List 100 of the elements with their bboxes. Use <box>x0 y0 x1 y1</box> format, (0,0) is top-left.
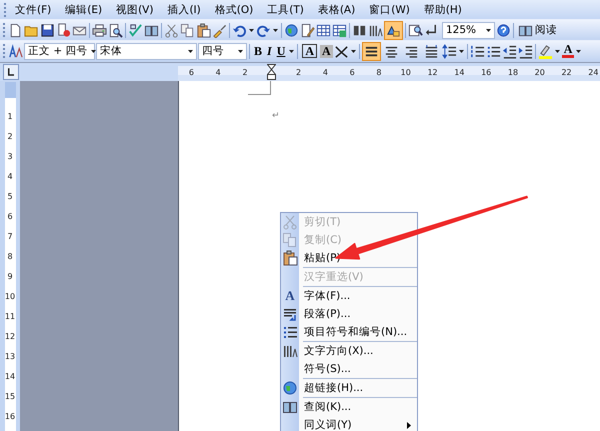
menu-item[interactable]: 插入(I) <box>160 2 208 16</box>
ruler-number: 11 <box>4 310 16 322</box>
alignment-button[interactable] <box>362 42 381 60</box>
size-combo[interactable]: 四号 <box>198 42 247 60</box>
caret-icon[interactable] <box>576 50 582 52</box>
underline-button[interactable]: U <box>274 44 288 58</box>
menu-item[interactable]: 编辑(E) <box>58 2 110 16</box>
top-margin-marker[interactable] <box>4 82 16 98</box>
menu-item[interactable]: 同义词(Y) <box>281 416 417 431</box>
zoom-value: 125% <box>446 24 476 36</box>
style-combo[interactable]: 正文 + 四号 <box>24 42 95 60</box>
spellcheck-icon[interactable] <box>128 22 143 38</box>
menu-item[interactable]: 帮助(H) <box>416 2 469 16</box>
caret-icon[interactable] <box>188 50 193 52</box>
ruler-number: 2 <box>296 68 302 76</box>
scissors-icon[interactable] <box>164 22 179 38</box>
menu-item[interactable]: 文件(F) <box>8 2 58 16</box>
menu-item[interactable]: 窗口(W) <box>362 2 417 16</box>
ruler-number: 4 <box>322 68 328 76</box>
menu-item[interactable]: 超链接(H)... <box>281 379 417 397</box>
ruler-number: 2 <box>242 68 248 76</box>
ruler-number: 10 <box>4 290 16 302</box>
highlighter-icon[interactable] <box>538 44 553 58</box>
bullet-list-icon <box>282 324 298 340</box>
size-value: 四号 <box>202 44 224 58</box>
ruler-number: 9 <box>6 270 14 282</box>
caret-icon[interactable] <box>249 28 254 32</box>
copy-icon[interactable] <box>180 22 195 38</box>
preview-icon[interactable] <box>108 22 123 38</box>
page-stop-icon[interactable] <box>56 22 71 38</box>
spreadsheet-icon[interactable] <box>332 22 347 38</box>
indent-marker[interactable] <box>267 64 276 80</box>
bold-button[interactable]: B <box>252 44 264 58</box>
caret-icon[interactable] <box>91 50 96 52</box>
caret-icon[interactable] <box>238 50 243 52</box>
clipboard-icon <box>282 250 298 266</box>
indent-icon[interactable] <box>518 44 533 58</box>
ruler-number: 12 <box>4 330 16 342</box>
ruler-number: 8 <box>6 250 14 262</box>
undo-icon[interactable] <box>232 22 247 38</box>
ruler-number: 16 <box>481 68 492 76</box>
menu-item[interactable]: 表格(A) <box>310 2 362 16</box>
menu-item[interactable]: 查阅(K)... <box>281 398 417 416</box>
paragraph-icon <box>282 306 298 322</box>
printer-icon[interactable] <box>92 22 107 38</box>
globe-icon[interactable] <box>284 22 299 38</box>
menu-item[interactable]: 文字方向(X)... <box>281 342 417 360</box>
numbered-list-icon[interactable] <box>470 44 485 58</box>
clipboard-icon[interactable] <box>196 22 211 38</box>
brush-icon[interactable] <box>212 22 227 38</box>
scale-icon[interactable] <box>334 44 349 58</box>
tab-stop-icon <box>5 66 17 78</box>
magnifier-page-icon[interactable] <box>408 22 423 38</box>
ruler-number: 10 <box>400 68 411 76</box>
ruler-number: 4 <box>216 68 221 76</box>
pencil-icon[interactable] <box>300 22 315 38</box>
character-border-button[interactable]: A <box>302 44 318 58</box>
line-spacing-icon[interactable] <box>442 44 457 58</box>
menu-item[interactable]: 工具(T) <box>260 2 311 16</box>
ruler-number: 5 <box>6 190 14 202</box>
style-value: 正文 + 四号 <box>28 44 88 58</box>
font-combo[interactable]: 宋体 <box>96 42 197 60</box>
caret-icon[interactable] <box>486 28 491 32</box>
paragraph-mark: ↵ <box>272 111 280 121</box>
ruler-number: 1 <box>6 110 14 122</box>
redo-icon[interactable] <box>256 22 271 38</box>
ruler-number: 18 <box>508 68 518 76</box>
drawing-toggle[interactable] <box>384 20 403 40</box>
align-distributed-icon <box>424 44 439 58</box>
font-color-button[interactable]: A <box>562 44 574 58</box>
table-icon[interactable] <box>316 22 331 38</box>
ruler-number: 15 <box>4 390 16 402</box>
help-icon[interactable] <box>496 22 511 38</box>
tab-selector[interactable] <box>3 64 19 80</box>
menu-item[interactable]: 视图(V) <box>109 2 160 16</box>
menu-item[interactable]: 格式(O) <box>208 2 260 16</box>
ruler-number: 14 <box>4 370 16 382</box>
menu-item[interactable]: 项目符号和编号(N)... <box>281 323 417 341</box>
outdent-icon[interactable] <box>502 44 517 58</box>
menu-item[interactable]: A 字体(F)... <box>281 287 417 305</box>
styles-icon[interactable] <box>8 44 23 58</box>
ruler-number: 16 <box>4 410 16 422</box>
ruler-number: 20 <box>534 68 545 76</box>
caret-icon[interactable] <box>554 50 560 52</box>
globe-icon <box>282 380 298 396</box>
ruler-number: 3 <box>6 150 14 162</box>
ruler-number: 6 <box>350 68 355 76</box>
page-icon[interactable] <box>8 22 23 38</box>
menu-item[interactable]: 符号(S)... <box>281 360 417 378</box>
caret-icon[interactable] <box>273 28 278 32</box>
caret-icon[interactable] <box>350 50 356 52</box>
caret-icon[interactable] <box>458 50 464 52</box>
italic-button[interactable]: I <box>265 44 274 58</box>
character-shading-button[interactable]: A <box>320 44 333 58</box>
read-button[interactable]: 阅读 <box>516 22 559 38</box>
menu-item[interactable]: 段落(P)... <box>281 305 417 323</box>
return-arrow-icon[interactable] <box>424 22 439 38</box>
ruler-number: 22 <box>561 68 572 76</box>
caret-icon[interactable] <box>289 50 294 52</box>
zoom-combo[interactable]: 125% <box>442 22 495 38</box>
